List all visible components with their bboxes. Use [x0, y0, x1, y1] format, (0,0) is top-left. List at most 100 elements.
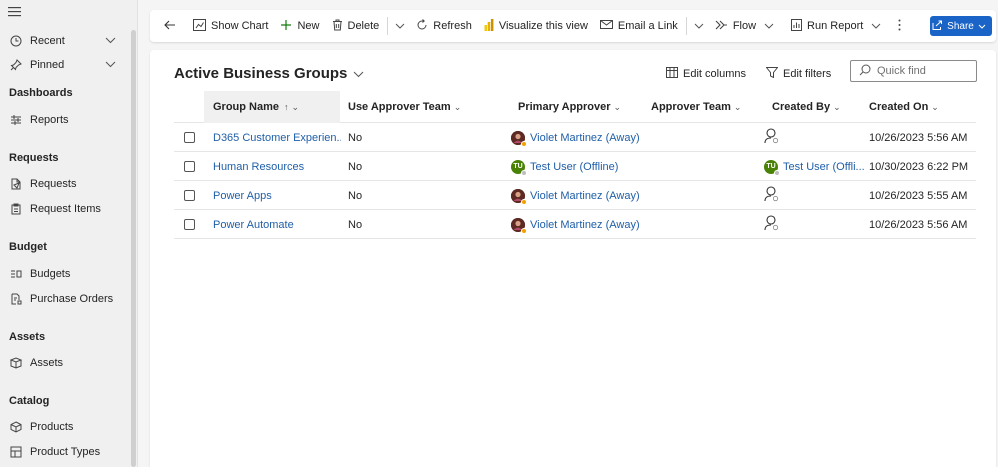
chevron-down-icon — [764, 20, 779, 32]
row-checkbox[interactable] — [184, 123, 195, 152]
column-label: Group Name — [213, 101, 280, 113]
column-header-approver-team[interactable]: Approver Team ⌄ — [651, 91, 761, 123]
primary-approver-cell[interactable]: Violet Martinez (Away) — [511, 181, 640, 210]
column-label: Created By — [772, 101, 831, 113]
flow-label: Flow — [732, 20, 757, 32]
chevron-down-icon: ⌄ — [613, 101, 622, 112]
table-row[interactable]: D365 Customer Experien... No Violet Mart… — [174, 123, 976, 152]
created-by-cell[interactable]: TU Test User (Offli... — [764, 152, 864, 181]
delete-dropdown-button[interactable] — [390, 20, 410, 32]
primary-approver-link[interactable]: Test User (Offline) — [530, 161, 618, 173]
column-label: Primary Approver — [518, 101, 611, 113]
quick-find-input[interactable]: Quick find — [850, 60, 977, 82]
status-away-icon — [521, 198, 527, 205]
sidebar-item-label: Purchase Orders — [30, 293, 114, 305]
columns-icon — [666, 67, 683, 81]
table-row[interactable]: Power Automate No Violet Martinez (Away)… — [174, 210, 976, 239]
created-on-value: 10/26/2023 5:56 AM — [869, 131, 968, 144]
page-title: Active Business Groups — [174, 65, 348, 82]
show-chart-label: Show Chart — [211, 20, 269, 32]
created-by-link[interactable]: Test User (Offli... — [783, 161, 864, 173]
edit-columns-button[interactable]: Edit columns — [666, 67, 746, 81]
sidebar-item-label: Product Types — [30, 446, 101, 458]
sidebar-item-label: Products — [30, 421, 74, 433]
sidebar-item-assets[interactable]: Assets — [0, 351, 128, 375]
column-header-primary-approver[interactable]: Primary Approver ⌄ — [518, 91, 648, 123]
share-label: Share — [947, 20, 974, 32]
primary-approver-link[interactable]: Violet Martinez (Away) — [530, 190, 640, 202]
refresh-button[interactable]: Refresh — [410, 14, 478, 38]
column-header-created-on[interactable]: Created On ⌄ — [869, 91, 969, 123]
row-checkbox[interactable] — [184, 152, 195, 181]
toolbar-divider — [685, 17, 687, 35]
product-icon — [9, 420, 23, 434]
created-by-cell[interactable] — [764, 210, 785, 239]
status-offline-icon — [521, 169, 527, 176]
column-label: Approver Team — [651, 101, 731, 113]
chevron-down-icon[interactable] — [105, 35, 116, 47]
created-on-value: 10/26/2023 5:55 AM — [869, 189, 968, 202]
chevron-down-icon: ⌄ — [931, 101, 939, 112]
row-checkbox[interactable] — [184, 181, 195, 210]
primary-approver-cell[interactable]: Violet Martinez (Away) — [511, 210, 640, 239]
chevron-down-icon — [353, 65, 364, 82]
user-avatar — [511, 217, 527, 234]
delete-label: Delete — [347, 20, 380, 32]
sidebar-scrollbar[interactable] — [131, 30, 136, 467]
new-button[interactable]: New — [274, 14, 325, 38]
row-checkbox[interactable] — [184, 210, 195, 239]
table-row[interactable]: Human Resources No TU Test User (Offline… — [174, 152, 976, 181]
group-name-link[interactable]: D365 Customer Experien... — [213, 123, 341, 152]
edit-filters-button[interactable]: Edit filters — [765, 67, 831, 81]
refresh-icon — [416, 18, 433, 34]
quick-find-placeholder: Quick find — [877, 65, 926, 77]
primary-approver-cell[interactable]: Violet Martinez (Away) — [511, 123, 640, 152]
visualize-view-button[interactable]: Visualize this view — [478, 14, 594, 38]
share-icon — [932, 20, 947, 33]
sidebar-item-request-items[interactable]: Request Items — [0, 197, 128, 221]
primary-approver-link[interactable]: Violet Martinez (Away) — [530, 132, 640, 144]
group-name-link[interactable]: Power Automate — [213, 210, 341, 239]
sidebar-item-requests[interactable]: Requests — [0, 172, 128, 196]
hamburger-icon[interactable] — [8, 6, 22, 18]
sidebar-item-recent[interactable]: Recent — [0, 29, 128, 53]
nav-group-heading: Catalog — [9, 395, 50, 407]
group-name-link[interactable]: Human Resources — [213, 152, 341, 181]
use-approver-team-value: No — [348, 131, 363, 144]
more-commands-button[interactable] — [892, 14, 912, 38]
run-report-button[interactable]: Run Report — [785, 14, 892, 38]
sidebar-item-reports[interactable]: Reports — [0, 108, 128, 132]
unknown-user-icon — [764, 128, 780, 147]
view-selector[interactable]: Active Business Groups — [174, 65, 364, 82]
email-dropdown-button[interactable] — [689, 20, 709, 32]
status-away-icon — [521, 140, 527, 147]
records-grid: Group Name ↑ ⌄ Use Approver Team ⌄ Prima… — [174, 91, 976, 239]
sidebar-item-budgets[interactable]: Budgets — [0, 262, 128, 286]
sidebar-item-purchase-orders[interactable]: Purchase Orders — [0, 287, 128, 311]
sidebar-item-products[interactable]: Products — [0, 415, 128, 439]
sidebar-item-label: Requests — [30, 178, 77, 190]
sidebar-item-product-types[interactable]: Product Types — [0, 440, 128, 464]
sidebar-item-label: Budgets — [30, 268, 71, 280]
primary-approver-link[interactable]: Violet Martinez (Away) — [530, 219, 640, 231]
chevron-down-icon — [871, 20, 886, 32]
created-by-cell[interactable] — [764, 181, 785, 210]
table-row[interactable]: Power Apps No Violet Martinez (Away) 10/… — [174, 181, 976, 210]
created-by-cell[interactable] — [764, 123, 785, 152]
chevron-down-icon[interactable] — [105, 59, 116, 71]
primary-approver-cell[interactable]: TU Test User (Offline) — [511, 152, 618, 181]
search-icon — [859, 64, 877, 79]
delete-button[interactable]: Delete — [326, 14, 386, 38]
show-chart-button[interactable]: Show Chart — [187, 14, 274, 38]
column-header-created-by[interactable]: Created By ⌄ — [772, 91, 872, 123]
group-name-link[interactable]: Power Apps — [213, 181, 341, 210]
email-link-button[interactable]: Email a Link — [594, 14, 684, 38]
chevron-down-icon: ⌄ — [733, 101, 742, 112]
trash-icon — [332, 19, 348, 34]
back-button[interactable] — [158, 14, 187, 38]
share-button[interactable]: Share — [930, 16, 992, 36]
sidebar-item-pinned[interactable]: Pinned — [0, 53, 128, 77]
flow-button[interactable]: Flow — [709, 14, 785, 38]
column-header-group-name[interactable]: Group Name ↑ ⌄ — [204, 91, 340, 123]
column-header-use-approver-team[interactable]: Use Approver Team ⌄ — [348, 91, 508, 123]
